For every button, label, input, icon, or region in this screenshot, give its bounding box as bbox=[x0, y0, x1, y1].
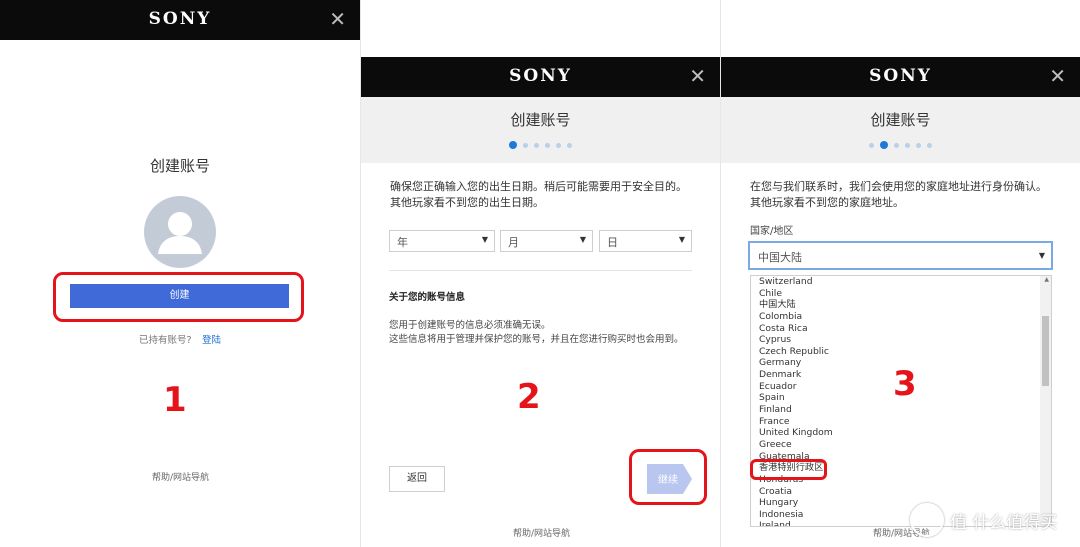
step-number-1: 1 bbox=[163, 380, 187, 420]
avatar-icon bbox=[144, 196, 216, 268]
header-band: 创建账号 bbox=[361, 97, 720, 163]
chevron-down-icon: ▼ bbox=[481, 235, 488, 244]
highlight-next bbox=[629, 449, 707, 505]
close-icon[interactable]: ✕ bbox=[689, 65, 706, 87]
progress-dot bbox=[567, 142, 572, 148]
day-select[interactable]: 日 ▼ bbox=[599, 230, 692, 252]
progress-dot bbox=[523, 142, 528, 148]
sony-logo: SONY bbox=[148, 9, 212, 29]
country-option[interactable]: Czech Republic bbox=[759, 346, 1051, 358]
country-option[interactable]: Switzerland bbox=[759, 276, 1051, 288]
intro-text: 确保您正确输入您的出生日期。稍后可能需要用于安全目的。其他玩家看不到您的出生日期… bbox=[390, 180, 687, 209]
progress-dot bbox=[509, 141, 517, 149]
country-label: 国家/地区 bbox=[750, 226, 794, 237]
country-option[interactable]: Greece bbox=[759, 439, 1051, 451]
panel-step-1: SONY ✕ 创建账号 创建 已持有账号? 登陆 1 帮助/网站导航 bbox=[0, 0, 360, 547]
info-line-2: 这些信息将用于管理并保护您的账号，并且在您进行购买时也会用到。 bbox=[389, 334, 684, 345]
close-icon[interactable]: ✕ bbox=[329, 8, 346, 30]
country-option[interactable]: France bbox=[759, 416, 1051, 428]
country-option[interactable]: Colombia bbox=[759, 311, 1051, 323]
help-link[interactable]: 帮助/网站导航 bbox=[513, 526, 570, 539]
help-link[interactable]: 帮助/网站导航 bbox=[152, 470, 209, 483]
progress-dots bbox=[361, 141, 720, 149]
top-bar: SONY ✕ bbox=[721, 57, 1080, 97]
progress-dot bbox=[916, 142, 921, 148]
country-select[interactable]: 中国大陆 ▼ bbox=[748, 241, 1053, 270]
country-option[interactable]: Cyprus bbox=[759, 334, 1051, 346]
watermark-text: 值 什么值得买 bbox=[950, 513, 1058, 533]
intro-text: 在您与我们联系时，我们会使用您的家庭地址进行身份确认。其他玩家看不到您的家庭地址… bbox=[750, 180, 1047, 209]
highlight-hong-kong bbox=[750, 459, 827, 480]
top-bar: SONY ✕ bbox=[0, 0, 360, 40]
page-title: 创建账号 bbox=[510, 111, 571, 129]
watermark-logo-icon bbox=[910, 503, 944, 537]
page-title: 创建账号 bbox=[870, 111, 931, 129]
info-line-1: 您用于创建账号的信息必须准确无误。 bbox=[389, 320, 551, 331]
progress-dot bbox=[905, 142, 910, 148]
country-option[interactable]: United Kingdom bbox=[759, 427, 1051, 439]
chevron-down-icon: ▼ bbox=[1038, 251, 1045, 260]
country-value: 中国大陆 bbox=[758, 251, 802, 264]
year-value: 年 bbox=[397, 236, 408, 249]
country-option[interactable]: Costa Rica bbox=[759, 323, 1051, 335]
country-option[interactable]: Croatia bbox=[759, 486, 1051, 498]
divider bbox=[389, 270, 692, 271]
progress-dot bbox=[880, 141, 888, 149]
highlight-create bbox=[53, 272, 304, 322]
country-option[interactable]: Finland bbox=[759, 404, 1051, 416]
scrollbar[interactable]: ▲ bbox=[1040, 276, 1051, 526]
progress-dot bbox=[556, 142, 561, 148]
progress-dots bbox=[721, 141, 1080, 149]
header-band: 创建账号 bbox=[721, 97, 1080, 163]
chevron-down-icon: ▼ bbox=[579, 235, 586, 244]
back-button[interactable]: 返回 bbox=[389, 466, 445, 492]
country-option[interactable]: Chile bbox=[759, 288, 1051, 300]
scroll-up-icon[interactable]: ▲ bbox=[1044, 276, 1049, 283]
section-heading: 关于您的账号信息 bbox=[389, 292, 466, 303]
sony-logo: SONY bbox=[869, 66, 932, 86]
scrollbar-thumb[interactable] bbox=[1042, 316, 1049, 386]
close-icon[interactable]: ✕ bbox=[1049, 65, 1066, 87]
day-value: 日 bbox=[607, 236, 618, 249]
have-account-text: 已持有账号? bbox=[139, 335, 192, 346]
page-title: 创建账号 bbox=[149, 157, 210, 175]
sony-logo: SONY bbox=[509, 66, 572, 86]
login-link[interactable]: 登陆 bbox=[202, 333, 221, 348]
progress-dot bbox=[545, 142, 550, 148]
panel-step-3: SONY ✕ 创建账号 在您与我们联系时，我们会使用您的家庭地址进行身份确认。其… bbox=[721, 57, 1080, 547]
chevron-down-icon: ▼ bbox=[678, 235, 685, 244]
progress-dot bbox=[927, 142, 932, 148]
month-select[interactable]: 月 ▼ bbox=[500, 230, 593, 252]
progress-dot bbox=[869, 142, 874, 148]
top-bar: SONY ✕ bbox=[361, 57, 720, 97]
year-select[interactable]: 年 ▼ bbox=[389, 230, 495, 252]
progress-dot bbox=[534, 142, 539, 148]
step-number-3: 3 bbox=[893, 364, 917, 404]
country-option[interactable]: 中国大陆 bbox=[759, 299, 1051, 311]
step-number-2: 2 bbox=[517, 377, 541, 417]
progress-dot bbox=[894, 142, 899, 148]
panel-step-2: SONY ✕ 创建账号 确保您正确输入您的出生日期。稍后可能需要用于安全目的。其… bbox=[361, 57, 720, 547]
month-value: 月 bbox=[508, 236, 519, 249]
